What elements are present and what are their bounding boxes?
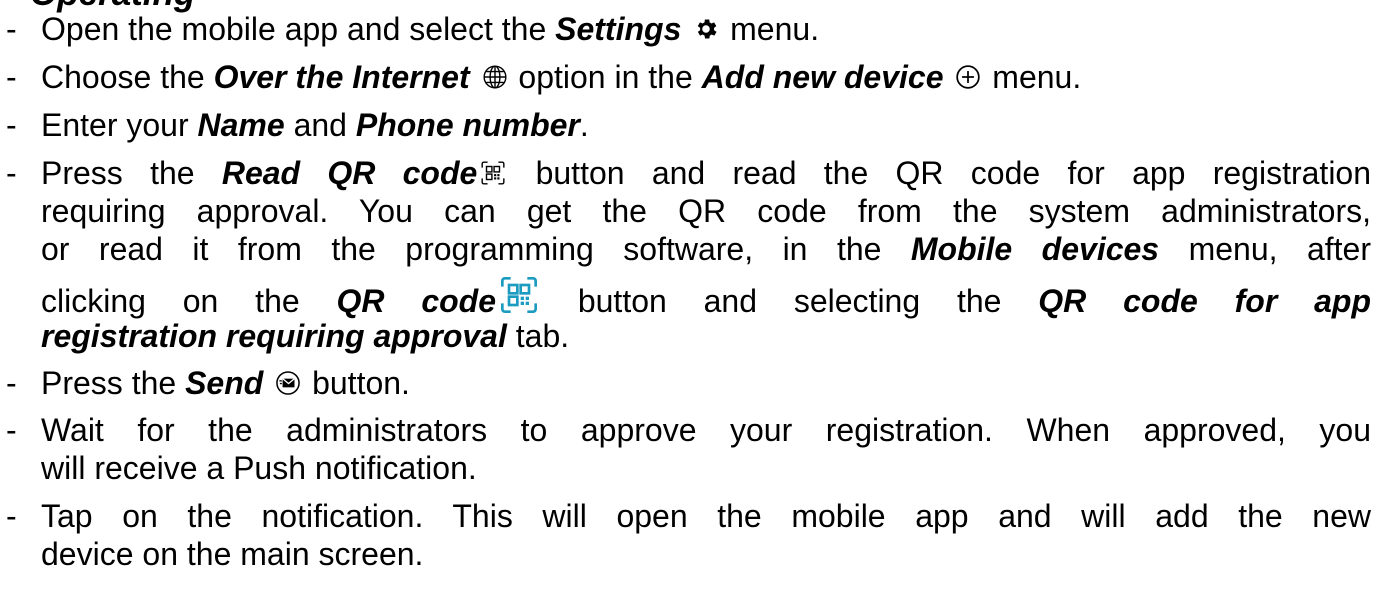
step-7-text: Tap on the notification. This will open … [41, 498, 1371, 534]
step-6-line-2: will receive a Push notification. [41, 448, 477, 488]
step-3-text-and: and [284, 107, 356, 143]
over-the-internet-label: Over the Internet [213, 59, 470, 95]
qr-tab-label-b: registration requiring approval [41, 318, 507, 354]
step-4-line-2: requiring approval. You can get the QR c… [41, 191, 1371, 231]
qr-code-icon [481, 161, 505, 185]
bullet-dash: - [6, 412, 17, 448]
send-label: Send [185, 365, 264, 401]
globe-icon [482, 65, 507, 89]
step-2-text-mid: option in the [509, 59, 702, 95]
step-4-text-l4: clicking on the [41, 283, 337, 319]
read-qr-code-label: Read QR code [221, 155, 478, 191]
step-4-text: Press the [41, 155, 222, 191]
step-7-line-1: Tap on the notification. This will open … [41, 496, 1371, 536]
qr-code-icon-teal [501, 277, 537, 313]
step-3-text: Enter your [41, 107, 198, 143]
step-6-text-l2: will receive a Push notification. [41, 450, 477, 486]
step-1-line: Open the mobile app and select the Setti… [41, 9, 819, 49]
step-7-line-2: device on the main screen. [41, 534, 423, 574]
bullet-dash: - [6, 155, 17, 191]
step-4-text-l3: or read it from the programming software… [41, 231, 911, 267]
step-2-text-end: menu. [983, 59, 1082, 95]
step-5-line: Press the Send button. [41, 363, 410, 403]
step-4-text-l4-mid: button and selecting the [541, 283, 1039, 319]
step-4-text-l3-end: menu, after [1159, 231, 1372, 267]
step-1-text: Open the mobile app and select the [41, 11, 556, 47]
step-5-text: Press the [41, 365, 186, 401]
bullet-dash: - [6, 498, 17, 534]
step-4-line-1: Press the Read QR code button and read t… [41, 153, 1371, 193]
step-6-text: Wait for the administrators to approve y… [41, 412, 1371, 448]
step-4-line-5: registration requiring approval tab. [41, 316, 569, 356]
step-4-text-l5-end: tab. [506, 318, 570, 354]
name-label: Name [197, 107, 285, 143]
mobile-devices-label: Mobile devices [910, 231, 1160, 267]
phone-number-label: Phone number [355, 107, 580, 143]
step-6-line-1: Wait for the administrators to approve y… [41, 410, 1371, 450]
step-3-line: Enter your Name and Phone number. [41, 105, 589, 145]
step-7-text-l2: device on the main screen. [41, 536, 424, 572]
step-4-line-3: or read it from the programming software… [41, 229, 1371, 269]
step-2-text: Choose the [41, 59, 214, 95]
bullet-dash: - [6, 365, 17, 401]
step-4-line-4: clicking on the QR code button and selec… [41, 275, 1371, 321]
settings-label: Settings [555, 11, 682, 47]
bullet-dash: - [6, 107, 17, 143]
instructions-document: Operating - Open the mobile app and sele… [0, 0, 1378, 601]
step-1-text-end: menu. [721, 11, 820, 47]
plus-circle-icon [956, 65, 981, 89]
step-3-text-end: . [579, 107, 589, 143]
step-4-text-cont: button and read the QR code for app regi… [508, 155, 1372, 191]
step-2-line: Choose the Over the Internet option in t… [41, 57, 1081, 97]
step-5-text-end: button. [303, 365, 410, 401]
qr-tab-label-a: QR code for app [1038, 283, 1371, 319]
bullet-dash: - [6, 59, 17, 95]
send-envelope-icon [276, 371, 300, 395]
bullet-dash: - [6, 11, 17, 47]
step-4-text-l2: requiring approval. You can get the QR c… [41, 193, 1371, 229]
gear-icon [698, 19, 717, 39]
qr-code-label: QR code [336, 283, 496, 319]
add-new-device-label: Add new device [701, 59, 944, 95]
